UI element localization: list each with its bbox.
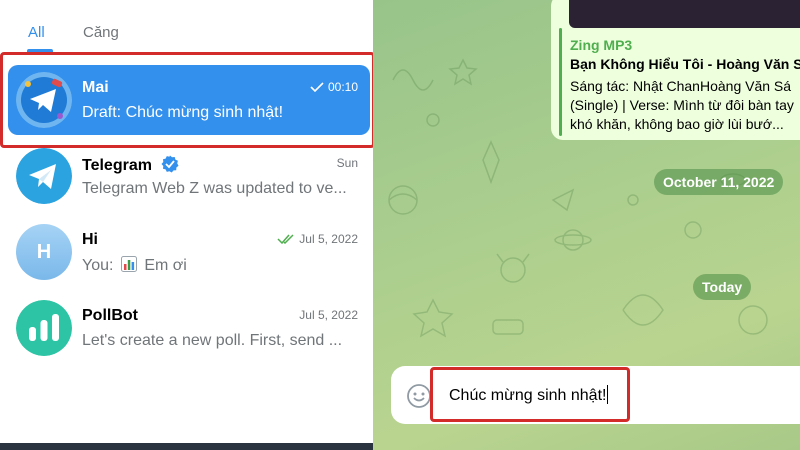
- avatar-letter: H: [36, 241, 52, 263]
- chat-name-row: Telegram: [82, 155, 179, 175]
- chat-preview: Let's create a new poll. First, send ...: [82, 332, 343, 349]
- chat-preview: Telegram Web Z was updated to ve...: [82, 180, 347, 197]
- active-tab-indicator: [27, 49, 53, 52]
- chat-name: Hi: [82, 231, 98, 248]
- verified-badge-icon: [161, 155, 179, 173]
- chat-list-panel: All Căng Mai 00:10 Draft: Chúc mừng sinh…: [0, 0, 373, 450]
- chat-time-label: 00:10: [327, 80, 358, 94]
- chat-time-label: Jul 5, 2022: [299, 232, 358, 246]
- chat-time: Jul 5, 2022: [299, 308, 358, 322]
- double-check-icon: [277, 234, 294, 244]
- folder-tabs: All Căng: [0, 0, 373, 52]
- chat-item-pollbot[interactable]: PollBot Jul 5, 2022 Let's create a new p…: [8, 293, 370, 363]
- date-separator: October 11, 2022: [654, 169, 784, 195]
- tab-cang[interactable]: Căng: [83, 24, 119, 41]
- avatar: H: [16, 224, 72, 280]
- emoji-icon[interactable]: [406, 383, 432, 409]
- preview-text: Em ơi: [144, 257, 187, 274]
- chat-name: PollBot: [82, 307, 138, 324]
- chat-name: Mai: [82, 79, 109, 96]
- text-caret: [607, 385, 609, 404]
- poll-bars-icon: [16, 300, 72, 356]
- message-input-text: Chúc mừng sinh nhật!: [449, 387, 607, 404]
- conversation-panel: Zing MP3 Bạn Không Hiểu Tôi - Hoàng Văn …: [373, 0, 800, 450]
- chat-time: 00:10: [310, 80, 358, 94]
- chat-item-hi[interactable]: H Hi Jul 5, 2022 You: Em ơi: [8, 217, 370, 287]
- telegram-logo-icon: [16, 148, 72, 204]
- message-input[interactable]: Chúc mừng sinh nhật!: [449, 385, 609, 405]
- link-preview-accent: [559, 28, 562, 136]
- telegram-sticker-avatar-icon: [16, 72, 72, 128]
- chat-time: Sun: [336, 156, 358, 170]
- link-preview-desc-line: Sáng tác: Nhật ChanHoàng Văn Sá: [570, 78, 792, 94]
- link-preview-desc-line: (Single) | Verse: Mình từ đôi bàn tay: [570, 97, 794, 113]
- tab-all[interactable]: All: [28, 24, 45, 41]
- link-preview-site[interactable]: Zing MP3: [570, 37, 632, 53]
- chat-name: Telegram: [82, 157, 152, 174]
- chat-item-mai[interactable]: Mai 00:10 Draft: Chúc mừng sinh nhật!: [8, 65, 370, 135]
- date-separator-today: Today: [693, 274, 752, 300]
- link-preview-desc-line: khó khăn, không bao giờ lùi bướ...: [570, 116, 784, 132]
- chat-preview: You: Em ơi: [82, 256, 354, 275]
- taskbar-strip: [0, 443, 373, 450]
- chat-time: Jul 5, 2022: [277, 232, 358, 246]
- avatar: [16, 300, 72, 356]
- chat-preview: Draft: Chúc mừng sinh nhật!: [82, 104, 284, 121]
- check-icon: [310, 82, 324, 92]
- preview-sender: You:: [82, 257, 114, 274]
- chat-item-telegram[interactable]: Telegram Sun Telegram Web Z was updated …: [8, 141, 370, 211]
- message-composer[interactable]: Chúc mừng sinh nhật!: [391, 366, 800, 424]
- link-preview-image: [569, 0, 800, 28]
- bar-chart-emoji-icon: [120, 256, 137, 272]
- link-preview-title[interactable]: Bạn Không Hiểu Tôi - Hoàng Văn Sa: [570, 56, 800, 72]
- avatar: [16, 72, 72, 128]
- avatar: [16, 148, 72, 204]
